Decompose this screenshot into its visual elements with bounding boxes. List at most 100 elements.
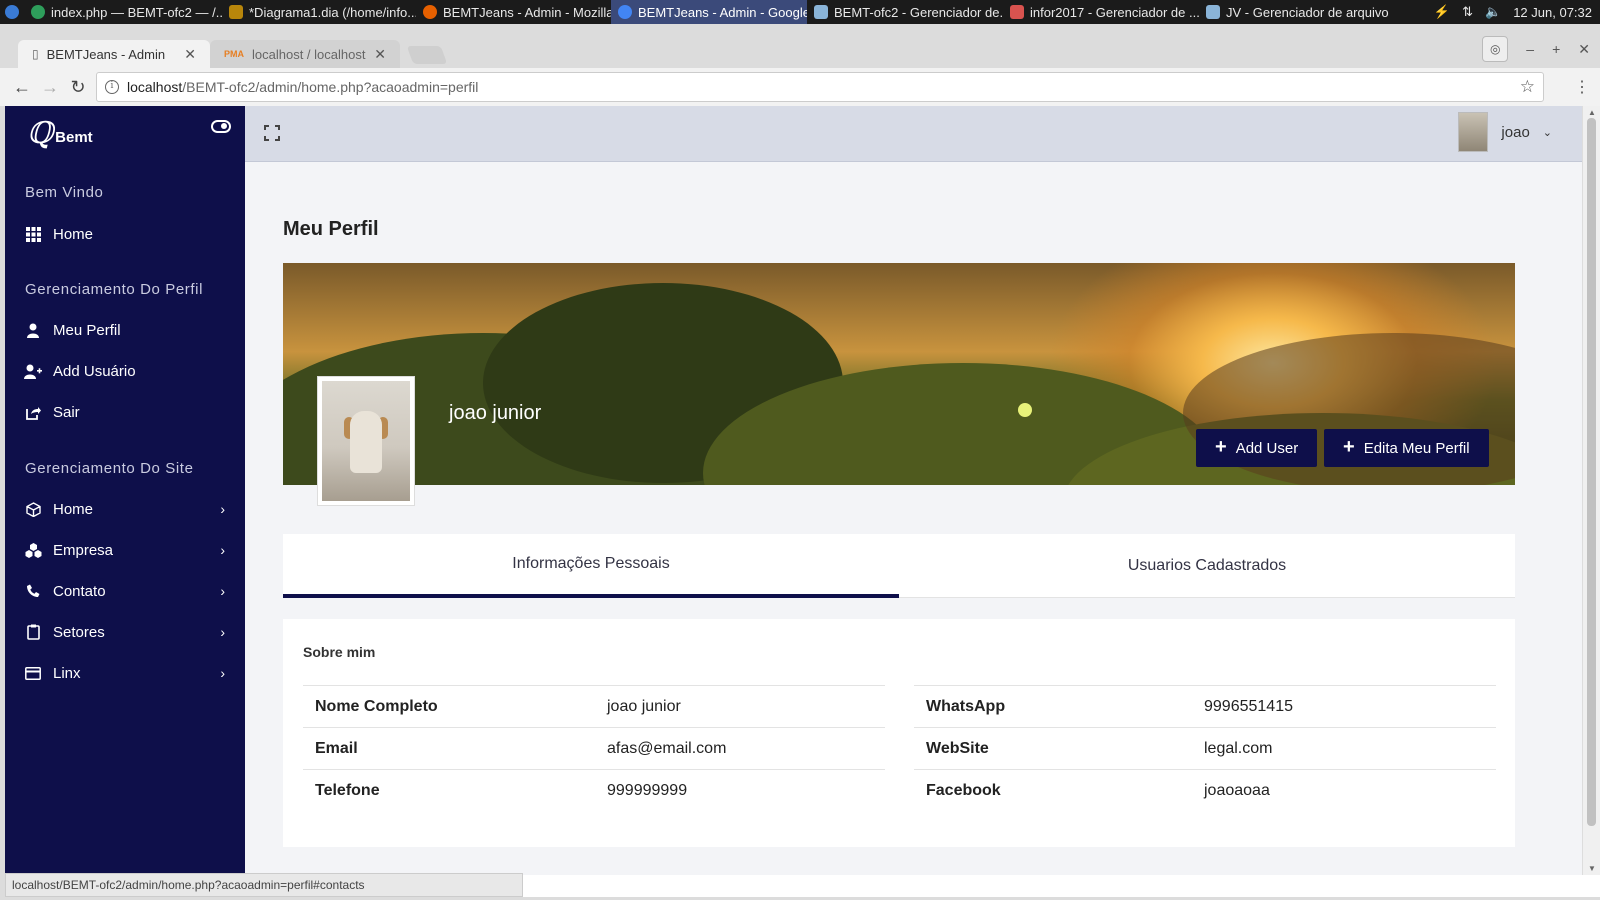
profile-name: joao junior [449, 402, 542, 424]
dog-figure [350, 411, 382, 473]
logo-mark: ℚ [27, 116, 54, 151]
taskbar-task[interactable]: index.php — BEMT-ofc2 — /... [24, 0, 222, 24]
plus-icon: + [1215, 436, 1227, 458]
minimize-icon[interactable]: – [1526, 41, 1534, 57]
browser-menu-icon[interactable]: ⋮ [1574, 77, 1590, 97]
taskbar-task[interactable]: infor2017 - Gerenciador de ... [1003, 0, 1199, 24]
scroll-up-icon[interactable]: ▲ [1588, 108, 1596, 117]
info-row: WhatsApp 9996551415 [914, 685, 1496, 727]
close-window-icon[interactable]: ✕ [1578, 41, 1590, 58]
info-row: Telefone 999999999 [303, 769, 885, 811]
taskbar-task[interactable]: JV - Gerenciador de arquivos [1199, 0, 1389, 24]
info-row: Email afas@email.com [303, 727, 885, 769]
taskbar-task[interactable]: BEMT-ofc2 - Gerenciador de... [807, 0, 1003, 24]
sidebar-section-title: Gerenciamento Do Site [25, 460, 194, 477]
tab-strip: ▯ BEMTJeans - Admin ✕ PMA localhost / lo… [0, 24, 1600, 68]
close-tab-icon[interactable]: ✕ [184, 46, 196, 63]
phone-icon [24, 582, 42, 600]
info-row: Nome Completo joao junior [303, 685, 885, 727]
address-bar[interactable]: i localhost/BEMT-ofc2/admin/home.php?aca… [96, 72, 1544, 102]
sidebar-item-contato[interactable]: Contato › [5, 573, 245, 609]
phpmyadmin-icon: PMA [224, 49, 244, 59]
clipboard-icon [24, 623, 42, 641]
page-scrollbar[interactable]: ▲ ▼ [1582, 106, 1600, 875]
chrome-icon [618, 5, 632, 19]
forward-icon[interactable]: → [36, 77, 64, 98]
taskbar-task-active[interactable]: BEMTJeans - Admin - Google... [611, 0, 807, 24]
user-plus-icon [24, 362, 42, 380]
edit-profile-button[interactable]: + Edita Meu Perfil [1324, 429, 1489, 467]
new-tab-button[interactable] [406, 46, 448, 64]
chevron-right-icon: › [220, 542, 225, 558]
address-row: ← → ↻ i localhost/BEMT-ofc2/admin/home.p… [0, 68, 1600, 106]
folder-icon [814, 5, 828, 19]
volume-icon[interactable]: 🔈 [1485, 4, 1501, 20]
user-menu[interactable]: joao ⌄ [1458, 112, 1552, 152]
chevron-right-icon: › [220, 583, 225, 599]
chevron-right-icon: › [220, 624, 225, 640]
info-row: WebSite legal.com [914, 727, 1496, 769]
clock[interactable]: 12 Jun, 07:32 [1513, 5, 1592, 20]
sun-flare [1018, 403, 1032, 417]
start-menu-icon[interactable] [0, 0, 24, 24]
sidebar-item-add-usuario[interactable]: Add Usuário [5, 353, 245, 389]
sidebar-toggle-icon[interactable] [211, 120, 231, 133]
os-taskbar: index.php — BEMT-ofc2 — /... *Diagrama1.… [0, 0, 1600, 24]
sidebar-section-title: Bem Vindo [25, 184, 104, 201]
chevron-down-icon: ⌄ [1542, 126, 1552, 139]
sidebar-item-setores[interactable]: Setores › [5, 614, 245, 650]
browser-tab-active[interactable]: ▯ BEMTJeans - Admin ✕ [18, 40, 210, 68]
profile-photo[interactable] [317, 376, 415, 506]
folder-icon [1206, 5, 1220, 19]
reload-icon[interactable]: ↻ [64, 77, 92, 98]
main-content: joao ⌄ Meu Perfil joao junior + Add User… [245, 106, 1582, 875]
sidebar-item-meu-perfil[interactable]: Meu Perfil [5, 312, 245, 348]
browser-chrome: ▯ BEMTJeans - Admin ✕ PMA localhost / lo… [0, 24, 1600, 106]
page-icon: ▯ [32, 47, 39, 61]
page-title: Meu Perfil [283, 218, 379, 240]
taskbar-task[interactable]: BEMTJeans - Admin - Mozilla... [416, 0, 611, 24]
sidebar-item-empresa[interactable]: Empresa › [5, 532, 245, 568]
tab-usuarios-cadastrados[interactable]: Usuarios Cadastrados [899, 534, 1515, 598]
scrollbar-thumb[interactable] [1587, 118, 1596, 826]
chevron-right-icon: › [220, 501, 225, 517]
close-tab-icon[interactable]: ✕ [374, 46, 386, 63]
add-user-button[interactable]: + Add User [1196, 429, 1318, 467]
home-folder-icon [1010, 5, 1024, 19]
plug-icon[interactable]: ⚡ [1434, 4, 1450, 20]
app-icon [31, 5, 45, 19]
network-icon[interactable]: ⇅ [1462, 4, 1473, 20]
info-icon[interactable]: i [105, 80, 119, 94]
sidebar-item-site-home[interactable]: Home › [5, 491, 245, 527]
app-icon [229, 5, 243, 19]
system-tray: ⚡ ⇅ 🔈 12 Jun, 07:32 [1434, 4, 1600, 20]
info-table-left: Nome Completo joao junior Email afas@email… [303, 685, 885, 811]
cube-icon [24, 500, 42, 518]
url-path: /BEMT-ofc2/admin/home.php?acaoadmin=perf… [182, 79, 479, 95]
bookmark-star-icon[interactable]: ☆ [1520, 77, 1535, 97]
sidebar-item-sair[interactable]: Sair [5, 394, 245, 430]
sidebar-item-home[interactable]: Home [5, 216, 245, 252]
info-card: Sobre mim Nome Completo joao junior Email… [283, 619, 1515, 847]
top-bar: joao ⌄ [245, 106, 1582, 162]
cubes-icon [24, 541, 42, 559]
fullscreen-icon[interactable] [264, 125, 280, 141]
back-icon[interactable]: ← [8, 77, 36, 98]
taskbar-task[interactable]: *Diagrama1.dia (/home/info... [222, 0, 416, 24]
profile-icon[interactable]: ◎ [1482, 36, 1509, 62]
info-table-right: WhatsApp 9996551415 WebSite legal.com Face… [914, 685, 1496, 811]
window-controls: ◎ – + ✕ [1482, 36, 1590, 62]
maximize-icon[interactable]: + [1552, 41, 1560, 57]
section-title: Sobre mim [303, 644, 376, 660]
profile-tabs: Informações Pessoais Usuarios Cadastrado… [283, 534, 1515, 598]
card-icon [24, 664, 42, 682]
brand-logo[interactable]: ℚ Bemt [5, 106, 245, 162]
browser-tab[interactable]: PMA localhost / localhost / ac ✕ [210, 40, 400, 68]
user-icon [24, 321, 42, 339]
logout-icon [24, 403, 42, 421]
info-row: Facebook joaoaoaa [914, 769, 1496, 811]
sidebar-item-linx[interactable]: Linx › [5, 655, 245, 691]
tab-informacoes-pessoais[interactable]: Informações Pessoais [283, 534, 899, 598]
url-host: localhost [127, 79, 183, 95]
scroll-down-icon[interactable]: ▼ [1588, 864, 1596, 873]
